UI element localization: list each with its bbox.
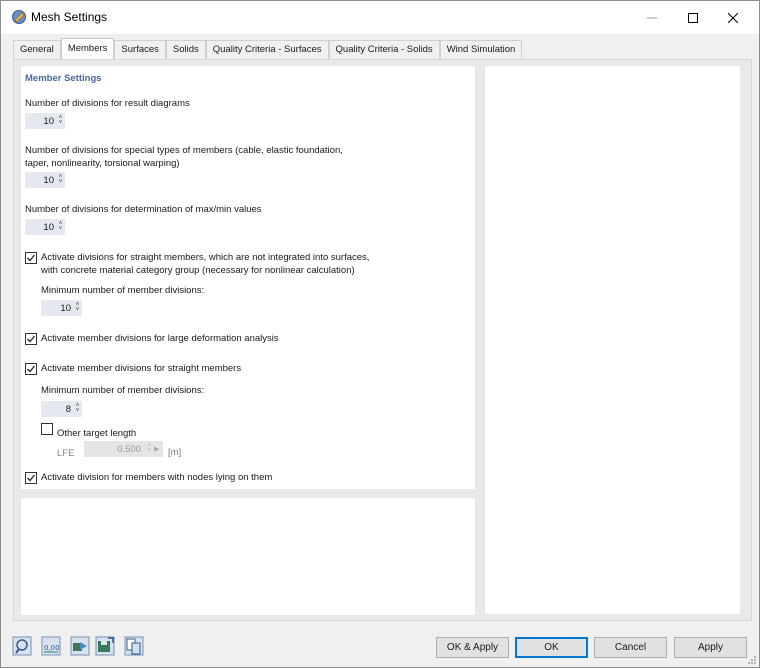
- spinner-arrows-icon[interactable]: ˄ ˅: [56, 221, 65, 232]
- other-target-length-label: Other target length: [57, 428, 137, 439]
- maxmin-spinner[interactable]: 10 ˄ ˅: [25, 219, 65, 235]
- result-diagrams-label: Number of divisions for result diagrams: [25, 98, 190, 109]
- maxmin-label: Number of divisions for determination of…: [25, 204, 262, 215]
- straight-min-divisions-label: Minimum number of member divisions:: [41, 385, 205, 396]
- apply-button[interactable]: Apply: [674, 637, 747, 658]
- other-target-length-checkbox[interactable]: [41, 423, 53, 435]
- concrete-divisions-label-1: Activate divisions for straight members,…: [41, 252, 370, 263]
- close-button[interactable]: [713, 1, 753, 34]
- minimize-button[interactable]: [632, 1, 672, 34]
- svg-text:0,00: 0,00: [44, 644, 60, 652]
- play-icon[interactable]: ▶: [154, 445, 163, 453]
- tab-surfaces[interactable]: Surfaces: [114, 40, 166, 59]
- tab-quality-criteria-solids[interactable]: Quality Criteria - Solids: [328, 40, 440, 59]
- spinner-arrows-icon[interactable]: ˄ ˅: [145, 443, 154, 454]
- straight-min-divisions-spinner[interactable]: 8 ˄ ˅: [41, 401, 82, 417]
- spinner-arrows-icon[interactable]: ˄ ˅: [56, 115, 65, 126]
- help-icon[interactable]: [12, 636, 32, 656]
- resize-grip-icon[interactable]: [747, 655, 757, 665]
- window-title: Mesh Settings: [31, 10, 108, 24]
- tab-solids[interactable]: Solids: [165, 40, 206, 59]
- checkmark-icon: [27, 254, 36, 262]
- nodes-on-members-label: Activate division for members with nodes…: [41, 472, 273, 483]
- section-title: Member Settings: [25, 73, 102, 84]
- cancel-button[interactable]: Cancel: [594, 637, 667, 658]
- spinner-value: 10: [43, 221, 54, 233]
- copy-icon[interactable]: [124, 636, 144, 656]
- concrete-min-divisions-spinner[interactable]: 10 ˄ ˅: [41, 300, 82, 316]
- concrete-divisions-label-2: with concrete material category group (n…: [41, 265, 355, 276]
- tab-general[interactable]: General: [13, 40, 61, 59]
- lfe-spinner[interactable]: 0.500 ˄ ˅ ▶: [84, 441, 163, 457]
- special-types-spinner[interactable]: 10 ˄ ˅: [25, 172, 65, 188]
- preview-panel: [485, 66, 740, 614]
- spinner-value: 10: [43, 115, 54, 127]
- result-diagrams-spinner[interactable]: 10 ˄ ˅: [25, 113, 65, 129]
- units-icon[interactable]: 0,00: [41, 636, 61, 656]
- checkmark-icon: [27, 474, 36, 482]
- spinner-arrows-icon[interactable]: ˄ ˅: [73, 403, 82, 414]
- straight-members-checkbox[interactable]: [25, 363, 37, 375]
- members-tab-panel: Member Settings Number of divisions for …: [13, 59, 752, 621]
- spinner-value: 10: [43, 174, 54, 186]
- special-types-label-2: taper, nonlinearity, torsional warping): [25, 158, 180, 169]
- tab-wind-simulation[interactable]: Wind Simulation: [439, 40, 523, 59]
- app-icon: [11, 9, 27, 25]
- special-types-label-1: Number of divisions for special types of…: [25, 145, 343, 156]
- spinner-value: 0.500: [117, 443, 141, 455]
- mesh-settings-window: Mesh Settings General Members Surfaces S…: [0, 0, 760, 668]
- import-icon[interactable]: [70, 636, 90, 656]
- save-settings-icon[interactable]: [95, 636, 115, 656]
- tab-quality-criteria-surfaces[interactable]: Quality Criteria - Surfaces: [205, 40, 329, 59]
- ok-apply-button[interactable]: OK & Apply: [436, 637, 509, 658]
- bottom-bar: 0,00 OK & Apply OK Cancel Apply: [1, 627, 759, 667]
- spinner-arrows-icon[interactable]: ˄ ˅: [73, 302, 82, 313]
- spinner-value: 8: [65, 403, 71, 415]
- checkmark-icon: [27, 365, 36, 373]
- lfe-label: LFE: [57, 448, 75, 459]
- large-deformation-label: Activate member divisions for large defo…: [41, 333, 279, 344]
- spinner-arrows-icon[interactable]: ˄ ˅: [56, 174, 65, 185]
- large-deformation-checkbox[interactable]: [25, 333, 37, 345]
- tab-members[interactable]: Members: [60, 38, 115, 59]
- straight-members-label: Activate member divisions for straight m…: [41, 363, 242, 374]
- nodes-on-members-checkbox[interactable]: [25, 472, 37, 484]
- checkmark-icon: [27, 335, 36, 343]
- lfe-unit: [m]: [168, 447, 182, 458]
- member-settings-panel: Member Settings Number of divisions for …: [21, 66, 475, 489]
- tab-bar: General Members Surfaces Solids Quality …: [13, 38, 523, 59]
- info-panel: [21, 498, 475, 615]
- maximize-button[interactable]: [673, 1, 713, 34]
- concrete-min-divisions-label: Minimum number of member divisions:: [41, 285, 205, 296]
- ok-button[interactable]: OK: [515, 637, 588, 658]
- title-bar: Mesh Settings: [1, 1, 759, 34]
- spinner-value: 10: [60, 302, 71, 314]
- concrete-divisions-checkbox[interactable]: [25, 252, 37, 264]
